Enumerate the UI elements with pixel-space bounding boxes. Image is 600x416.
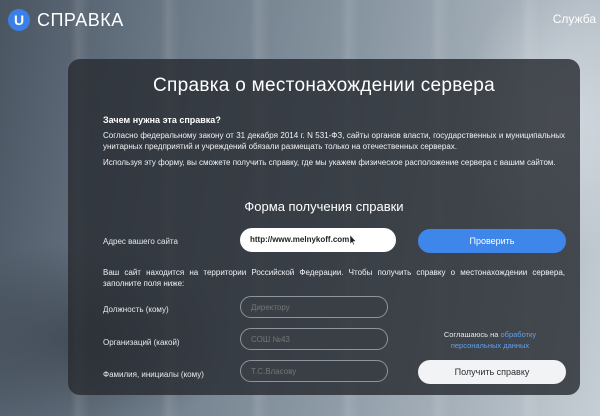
position-input[interactable] xyxy=(240,296,388,318)
organization-label: Организаций (какой) xyxy=(103,338,180,347)
logo-badge-icon: U xyxy=(8,9,30,31)
consent-prefix: Соглашаюсь на xyxy=(443,330,499,339)
check-button[interactable]: Проверить xyxy=(418,229,566,253)
form-usage-paragraph: Используя эту форму, вы сможете получить… xyxy=(103,158,556,167)
service-link[interactable]: Служба xyxy=(553,12,596,26)
result-message: Ваш сайт находится на территории Российс… xyxy=(103,268,565,288)
name-input[interactable] xyxy=(240,360,388,382)
site-address-label: Адрес вашего сайта xyxy=(103,237,178,246)
page-title: Справка о местонахождении сервера xyxy=(152,75,496,96)
text-cursor-icon xyxy=(350,235,356,245)
site-address-input[interactable] xyxy=(240,228,396,252)
name-label: Фамилия, инициалы (кому) xyxy=(103,370,204,379)
law-paragraph: Согласно федеральному закону от 31 декаб… xyxy=(103,131,565,151)
position-label: Должность (кому) xyxy=(103,305,169,314)
organization-input[interactable] xyxy=(240,328,388,350)
certificate-card: Справка о местонахождении сервера Зачем … xyxy=(68,59,580,395)
logo[interactable]: U СПРАВКА xyxy=(8,9,124,31)
consent-text: Соглашаюсь на обработку персональных дан… xyxy=(430,329,550,351)
get-certificate-button[interactable]: Получить справку xyxy=(418,360,566,384)
why-heading: Зачем нужна эта справка? xyxy=(103,115,221,125)
logo-text: СПРАВКА xyxy=(37,9,124,30)
form-heading: Форма получения справки xyxy=(244,199,404,214)
top-bar: U СПРАВКА Служба xyxy=(0,0,600,44)
